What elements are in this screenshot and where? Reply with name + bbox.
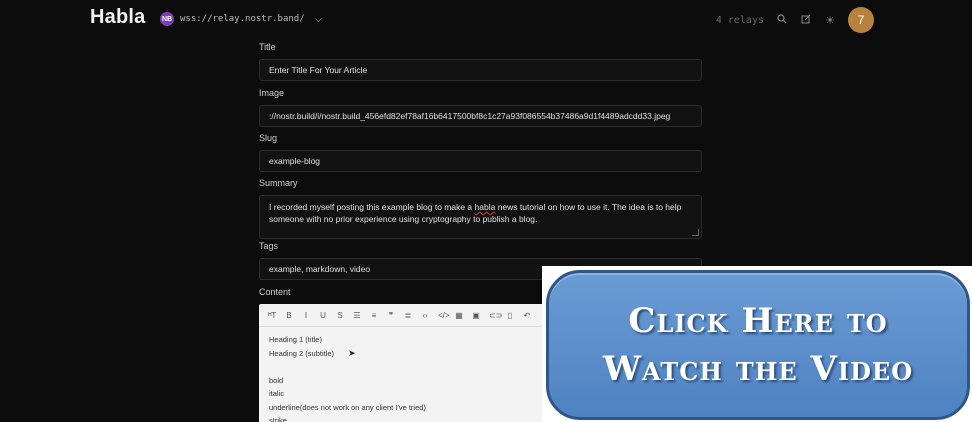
undo-icon[interactable]: ↶ [523, 311, 531, 320]
delete-icon[interactable]: ▯ [506, 311, 514, 320]
quote-icon[interactable]: ❞ [387, 311, 395, 320]
cta-line-2: Watch the Video [602, 349, 914, 389]
align-icon[interactable]: ≣ [404, 311, 412, 320]
resize-handle[interactable] [692, 229, 699, 236]
avatar[interactable]: 7 [848, 7, 874, 33]
bold-icon[interactable]: B [285, 311, 293, 320]
relay-badge: NB [160, 12, 174, 26]
image-icon[interactable]: ▣ [472, 311, 480, 320]
editor-line: italic [269, 389, 285, 398]
relay-count[interactable]: 4 relays [716, 15, 764, 26]
link-icon[interactable]: ⊂⊃ [489, 311, 502, 320]
search-icon[interactable] [776, 13, 788, 27]
code-icon[interactable]: ‹› [421, 311, 429, 320]
editor-line: Heading 1 (title) [269, 335, 322, 344]
strikethrough-icon[interactable]: S [336, 311, 344, 320]
content-editor[interactable]: ᴴT B I U S ☰ ≡ ❞ ≣ ‹› </> ▦ ▣ ⊂⊃ ▯ ↶ Heading 1 (title) H… [259, 304, 545, 422]
chevron-down-icon: ⌵ [314, 13, 323, 25]
editor-line: strike [269, 416, 287, 422]
top-navigation-bar: Habla NB wss://relay.nostr.band/ ⌵ 4 rel… [0, 0, 972, 40]
sun-icon[interactable]: ☀ [824, 14, 836, 27]
cta-overlay: Click Here to Watch the Video [542, 266, 972, 422]
mouse-cursor-icon: ➤ [348, 348, 356, 358]
code-block-icon[interactable]: </> [438, 311, 450, 320]
summary-textarea[interactable]: I recorded myself posting this example b… [259, 195, 702, 239]
underline-icon[interactable]: U [319, 311, 327, 320]
header-tools: 4 relays ☀ 7 [716, 7, 874, 33]
relay-url: wss://relay.nostr.band/ [180, 14, 305, 24]
editor-line: Heading 2 (subtitle) [269, 348, 335, 358]
title-input[interactable]: Enter Title For Your Article [259, 59, 702, 81]
numbered-list-icon[interactable]: ≡ [370, 311, 378, 320]
relay-selector[interactable]: NB wss://relay.nostr.band/ ⌵ [160, 12, 322, 26]
watch-video-button[interactable]: Click Here to Watch the Video [546, 270, 970, 420]
summary-text: I recorded myself posting this example b… [269, 202, 682, 224]
heading-icon[interactable]: ᴴT [268, 311, 276, 320]
cta-line-1: Click Here to [628, 301, 888, 341]
content-label: Content [259, 287, 291, 297]
table-icon[interactable]: ▦ [455, 311, 463, 320]
edit-icon[interactable] [800, 14, 812, 27]
italic-icon[interactable]: I [302, 311, 310, 320]
bullet-list-icon[interactable]: ☰ [353, 311, 361, 320]
title-label: Title [259, 42, 276, 52]
editor-line: underline(does not work on any client I'… [269, 402, 426, 412]
editor-toolbar: ᴴT B I U S ☰ ≡ ❞ ≣ ‹› </> ▦ ▣ ⊂⊃ ▯ ↶ [259, 304, 545, 327]
editor-body[interactable]: Heading 1 (title) Heading 2 (subtitle) bo… [259, 327, 545, 422]
slug-input[interactable]: example-blog [259, 150, 702, 172]
editor-line: bold [269, 375, 284, 385]
image-input[interactable]: ://nostr.build/i/nostr.build_456efd82ef7… [259, 105, 702, 127]
image-label: Image [259, 88, 285, 98]
tags-label: Tags [259, 241, 279, 251]
slug-label: Slug [259, 133, 278, 143]
summary-label: Summary [259, 178, 298, 188]
app-logo[interactable]: Habla [90, 6, 145, 29]
